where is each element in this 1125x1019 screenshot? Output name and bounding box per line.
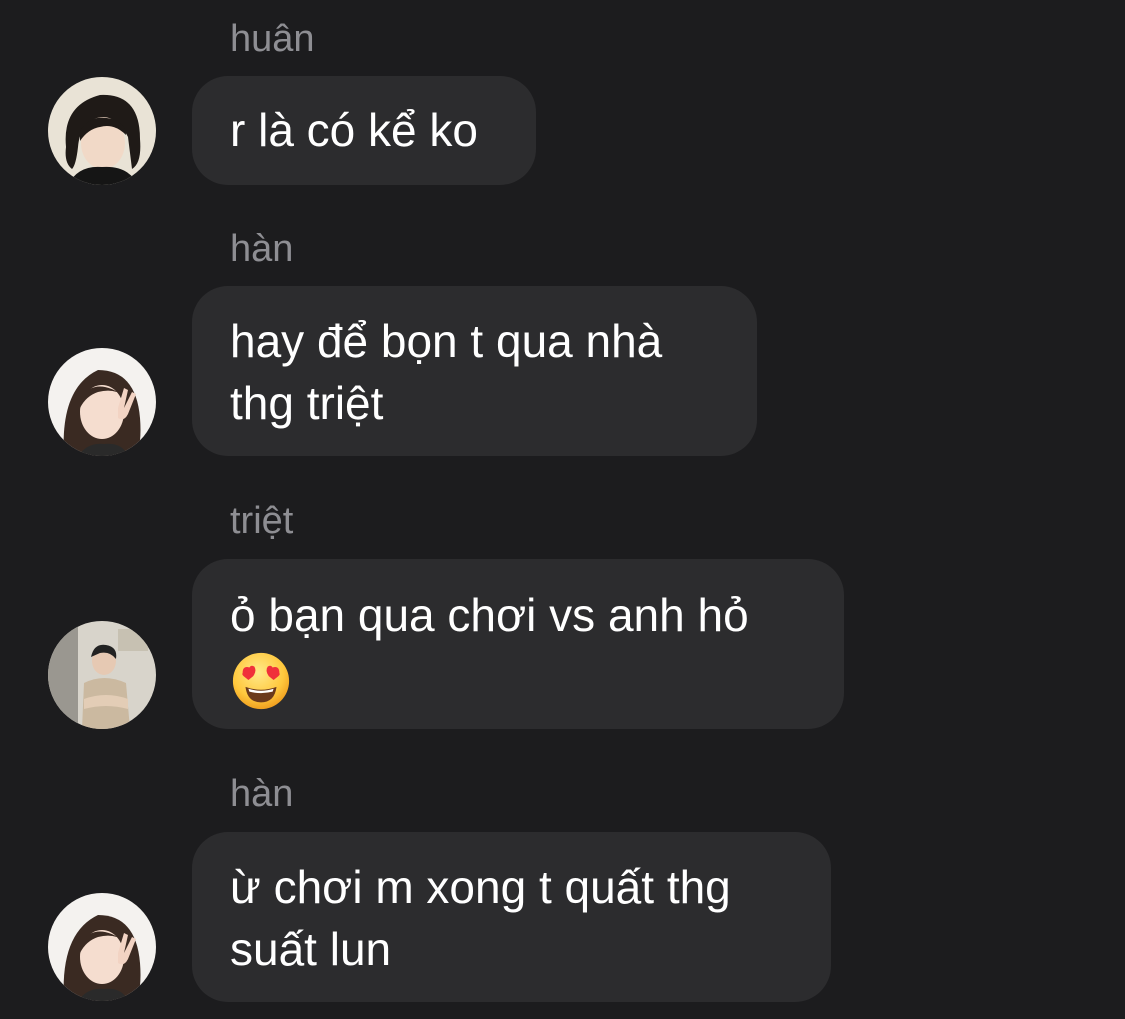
message-text-line: ừ chơi m xong t quất thg bbox=[230, 861, 731, 913]
avatar-triet[interactable] bbox=[48, 621, 156, 729]
avatar-girl-v-sign-icon bbox=[48, 348, 156, 456]
avatar-boy-arms-crossed-icon bbox=[48, 621, 156, 729]
sender-name: hàn bbox=[230, 773, 294, 815]
avatar-dark-hair-boy-icon bbox=[48, 77, 156, 185]
avatar-han[interactable] bbox=[48, 893, 156, 1001]
message-text-line: suất lun bbox=[230, 923, 392, 975]
chat-screen: { "messages": [ { "sender": "huân", "ava… bbox=[0, 0, 1125, 1019]
sender-name: triệt bbox=[230, 500, 294, 542]
sender-name: huân bbox=[230, 18, 315, 60]
message-bubble[interactable]: r là có kể ko bbox=[192, 76, 536, 185]
sender-name: hàn bbox=[230, 228, 294, 270]
emoji-line bbox=[230, 646, 806, 712]
avatar-han[interactable] bbox=[48, 348, 156, 456]
message-bubble[interactable]: hay để bọn t qua nhà thg triệt bbox=[192, 286, 757, 456]
message-text-line: ỏ bạn qua chơi vs anh hỏ bbox=[230, 589, 749, 641]
message-text-line: hay để bọn t qua nhà bbox=[230, 315, 663, 367]
heart-eyes-emoji-icon bbox=[232, 652, 290, 709]
message-bubble[interactable]: ừ chơi m xong t quất thg suất lun bbox=[192, 832, 831, 1002]
message-text-line: r là có kể ko bbox=[230, 104, 478, 156]
avatar-girl-v-sign-icon bbox=[48, 893, 156, 1001]
avatar-huan[interactable] bbox=[48, 77, 156, 185]
message-bubble[interactable]: ỏ bạn qua chơi vs anh hỏ bbox=[192, 559, 844, 729]
message-text-line: thg triệt bbox=[230, 377, 384, 429]
